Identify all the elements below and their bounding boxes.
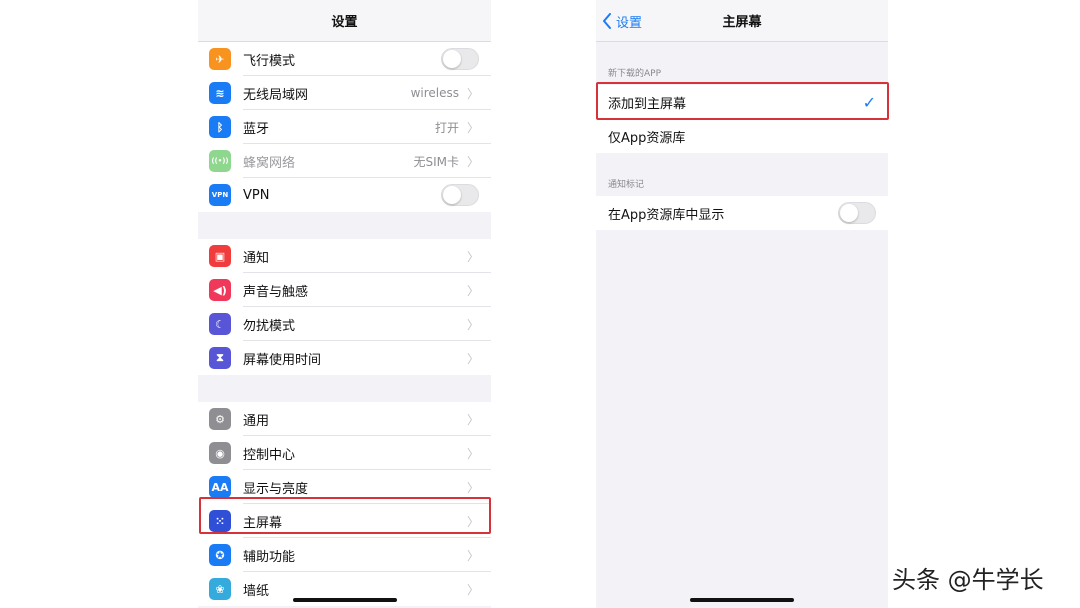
settings-group-connectivity: ✈ 飞行模式 ≋ 无线局域网 wireless 〉 ᛒ 蓝牙 打开〉 ((•)) 蜂窝网络 无SIM卡…	[198, 42, 491, 212]
wifi-icon: ≋	[209, 82, 231, 104]
toggle-switch[interactable]	[441, 48, 479, 70]
settings-row-label: VPN	[243, 187, 270, 203]
show-in-library-toggle[interactable]	[838, 202, 876, 224]
chevron-left-icon	[603, 13, 611, 29]
settings-row[interactable]: ⧗ 屏幕使用时间 〉	[198, 341, 491, 375]
settings-row-label: 屏幕使用时间	[243, 352, 322, 368]
watermark: 头条 @牛学长	[892, 566, 1044, 594]
settings-row[interactable]: ((•)) 蜂窝网络 无SIM卡〉	[198, 144, 491, 178]
cellular-icon: ((•))	[209, 150, 231, 172]
home-indicator	[292, 598, 397, 602]
settings-row-label: 控制中心	[243, 447, 296, 463]
wallpaper-icon: ❀	[209, 578, 231, 600]
settings-row-value: 无SIM卡	[413, 154, 459, 169]
sound-icon: ◀)	[209, 279, 231, 301]
chevron-right-icon: 〉	[466, 582, 479, 597]
chevron-right-icon: 〉	[466, 249, 479, 264]
settings-row-label: 飞行模式	[243, 53, 296, 69]
settings-row-label: 墙纸	[243, 583, 270, 599]
settings-row-value: wireless	[410, 86, 459, 100]
toggle-switch[interactable]	[441, 184, 479, 206]
airplane-icon: ✈	[209, 48, 231, 70]
settings-row[interactable]: VPN VPN	[198, 178, 491, 212]
back-label: 设置	[616, 15, 643, 31]
chevron-right-icon: 〉	[466, 120, 479, 135]
settings-row-label: 无线局域网	[243, 87, 309, 103]
settings-row[interactable]: ◀) 声音与触感 〉	[198, 273, 491, 307]
settings-row-label: 蜂窝网络	[243, 155, 296, 171]
section-header-badges: 通知标记	[608, 180, 645, 190]
settings-row-label: 辅助功能	[243, 549, 296, 565]
notification-icon: ▣	[209, 245, 231, 267]
bluetooth-icon: ᛒ	[209, 116, 231, 138]
control-center-icon: ◉	[209, 442, 231, 464]
chevron-right-icon: 〉	[466, 351, 479, 366]
hourglass-icon: ⧗	[209, 347, 231, 369]
chevron-right-icon: 〉	[466, 154, 479, 169]
settings-row[interactable]: ⚙ 通用 〉	[198, 402, 491, 436]
highlight-home-screen-row	[199, 497, 491, 534]
settings-row-label: 显示与亮度	[243, 481, 309, 497]
settings-navbar: 设置	[198, 0, 491, 42]
vpn-icon: VPN	[209, 184, 231, 206]
chevron-right-icon: 〉	[466, 86, 479, 101]
page-title: 设置	[331, 15, 358, 30]
highlight-add-to-home-row	[596, 82, 889, 120]
settings-row[interactable]: ☾ 勿扰模式 〉	[198, 307, 491, 341]
settings-row[interactable]: ✪ 辅助功能 〉	[198, 538, 491, 572]
settings-row[interactable]: ▣ 通知 〉	[198, 239, 491, 273]
settings-row-label: 通知	[243, 250, 270, 266]
show-in-library-row: 在App资源库中显示	[596, 196, 888, 230]
row-label: 在App资源库中显示	[608, 207, 725, 223]
settings-row-label: 通用	[243, 413, 270, 429]
back-button[interactable]: 设置	[602, 0, 642, 42]
settings-group-notifications: ▣ 通知〉 ◀) 声音与触感〉 ☾ 勿扰模式〉 ⧗ 屏幕使用时间〉	[198, 239, 491, 375]
settings-row[interactable]: ◉ 控制中心 〉	[198, 436, 491, 470]
moon-icon: ☾	[209, 313, 231, 335]
option-label: 仅App资源库	[608, 130, 686, 146]
chevron-right-icon: 〉	[466, 480, 479, 495]
settings-row[interactable]: ≋ 无线局域网 wireless 〉	[198, 76, 491, 110]
settings-row-label: 勿扰模式	[243, 318, 296, 334]
settings-row[interactable]: ✈ 飞行模式	[198, 42, 491, 76]
chevron-right-icon: 〉	[466, 446, 479, 461]
chevron-right-icon: 〉	[466, 548, 479, 563]
settings-row-value: 打开	[434, 120, 459, 135]
accessibility-icon: ✪	[209, 544, 231, 566]
settings-row-label: 声音与触感	[243, 284, 309, 300]
settings-row-label: 蓝牙	[243, 121, 270, 137]
page-title: 主屏幕	[722, 15, 762, 30]
section-header-new-apps: 新下载的APP	[608, 69, 662, 79]
settings-row[interactable]: ᛒ 蓝牙 打开〉	[198, 110, 491, 144]
home-indicator	[690, 598, 794, 602]
display-icon: AA	[209, 476, 231, 498]
chevron-right-icon: 〉	[466, 412, 479, 427]
chevron-right-icon: 〉	[466, 283, 479, 298]
gear-icon: ⚙	[209, 408, 231, 430]
option-app-library-only[interactable]: 仅App资源库	[596, 119, 888, 153]
home-screen-navbar: 设置 主屏幕	[596, 0, 888, 42]
chevron-right-icon: 〉	[466, 317, 479, 332]
